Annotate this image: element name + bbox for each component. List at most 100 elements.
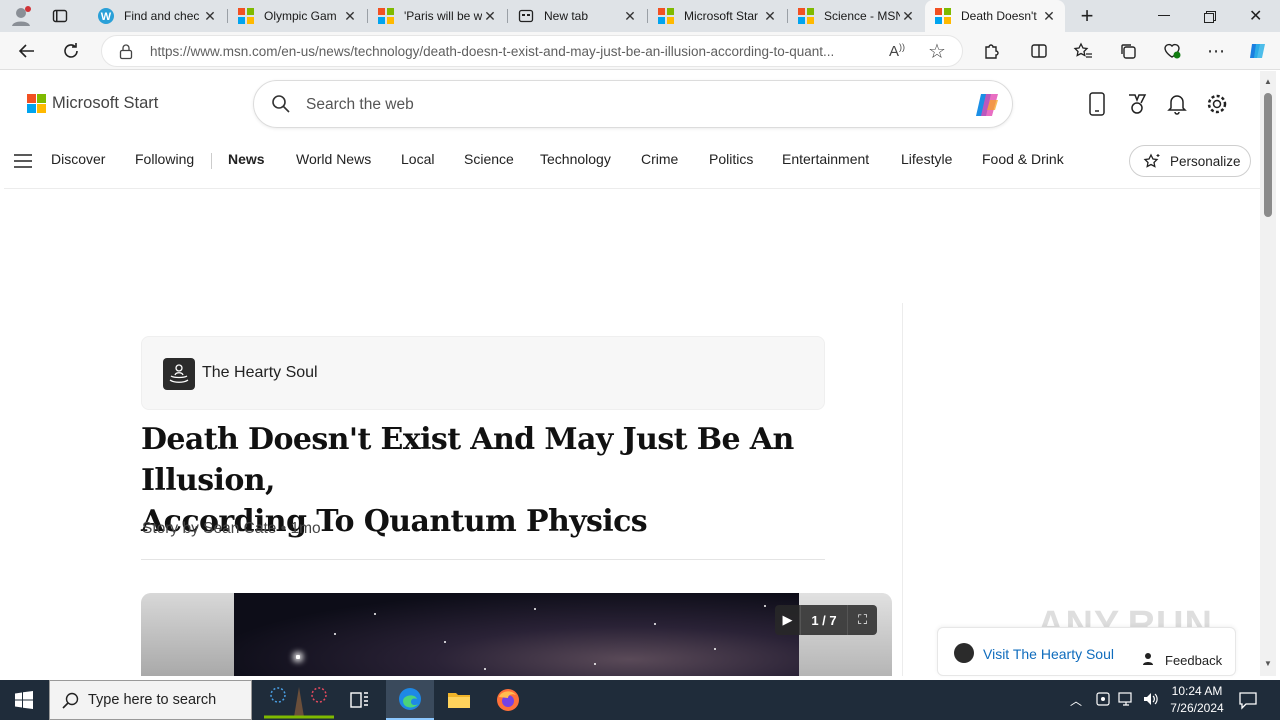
file-explorer-icon[interactable]	[435, 680, 483, 720]
article-byline: Story by Sean Cate • 1mo	[142, 520, 321, 537]
nav-item-discover[interactable]: Discover	[51, 151, 105, 167]
mobile-app-icon[interactable]	[1084, 91, 1110, 117]
minimize-icon[interactable]	[1158, 15, 1170, 16]
copilot-icon[interactable]	[1245, 38, 1271, 64]
feedback-label: Feedback	[1165, 653, 1223, 668]
copilot-icon[interactable]	[972, 90, 1004, 120]
close-tab-icon[interactable]: ✕	[342, 8, 358, 25]
personalize-button[interactable]: Personalize	[1129, 145, 1251, 177]
scrollbar-thumb[interactable]	[1264, 93, 1272, 217]
volume-icon[interactable]	[1142, 691, 1160, 712]
task-view-icon[interactable]	[336, 680, 384, 720]
tab-title: Olympic Gam	[264, 9, 337, 23]
profile-icon[interactable]	[10, 5, 32, 27]
nav-item-food-drink[interactable]: Food & Drink	[982, 151, 1064, 167]
personalize-label: Personalize	[1170, 153, 1241, 169]
split-screen-icon[interactable]	[1026, 38, 1052, 64]
newtab-icon	[518, 8, 534, 24]
browser-tab-2[interactable]: Olympic Gam ✕	[228, 0, 366, 32]
close-tab-icon[interactable]: ✕	[762, 8, 778, 25]
browser-tab-6[interactable]: Science - MSN ✕	[788, 0, 924, 32]
taskbar-clock[interactable]: 10:24 AM 7/26/2024	[1162, 683, 1232, 717]
nav-item-local[interactable]: Local	[401, 151, 434, 167]
restore-icon[interactable]	[1204, 10, 1216, 23]
address-bar[interactable]: https://www.msn.com/en-us/news/technolog…	[101, 35, 963, 67]
browser-tab-5[interactable]: Microsoft Star ✕	[648, 0, 786, 32]
security-icon[interactable]	[1095, 691, 1111, 712]
windows-start-icon[interactable]	[0, 680, 48, 720]
hamburger-menu-icon[interactable]	[14, 154, 32, 168]
url-text[interactable]: https://www.msn.com/en-us/news/technolog…	[150, 44, 880, 59]
msn-icon	[378, 8, 394, 24]
tab-title: Death Doesn't	[961, 9, 1037, 23]
read-aloud-icon[interactable]: A))	[889, 42, 905, 60]
close-window-icon[interactable]: ✕	[1249, 6, 1262, 26]
close-tab-icon[interactable]: ✕	[622, 8, 638, 25]
browser-tab-active[interactable]: Death Doesn't ✕	[925, 0, 1065, 32]
extensions-icon[interactable]	[978, 38, 1004, 64]
network-icon[interactable]	[1118, 691, 1136, 712]
publisher-logo-icon	[163, 358, 195, 390]
scroll-down-icon[interactable]: ▼	[1264, 659, 1272, 668]
notifications-icon[interactable]	[1238, 690, 1258, 715]
nav-item-crime[interactable]: Crime	[641, 151, 678, 167]
new-tab-icon[interactable]: +	[1076, 5, 1098, 27]
rewards-icon[interactable]	[1124, 91, 1150, 117]
taskbar-search-box[interactable]: Type here to search	[49, 680, 334, 720]
edge-taskbar-icon[interactable]	[386, 680, 434, 720]
nav-item-news[interactable]: News	[228, 151, 265, 167]
publisher-name[interactable]: The Hearty Soul	[202, 364, 318, 382]
article-hero-image[interactable]	[234, 593, 799, 676]
notifications-bell-icon[interactable]	[1164, 91, 1190, 117]
browser-essentials-icon[interactable]	[1159, 38, 1185, 64]
favorite-star-icon[interactable]: ☆	[928, 39, 946, 64]
browser-toolbar: https://www.msn.com/en-us/news/technolog…	[0, 32, 1280, 70]
tab-title: 'Paris will be w	[404, 9, 482, 23]
slideshow[interactable]: ▶ 1 / 7 ⛶	[141, 593, 892, 676]
slide-counter: 1 / 7	[811, 612, 837, 628]
nav-item-world-news[interactable]: World News	[296, 151, 371, 167]
tab-title: Science - MSN	[824, 9, 900, 23]
page-scrollbar[interactable]: ▲ ▼	[1260, 71, 1276, 676]
fullscreen-icon[interactable]: ⛶	[847, 605, 877, 635]
microsoft-start-logo[interactable]: Microsoft Start	[27, 94, 158, 113]
close-tab-icon[interactable]: ✕	[202, 8, 218, 25]
nav-item-lifestyle[interactable]: Lifestyle	[901, 151, 952, 167]
tab-title: New tab	[544, 9, 589, 23]
system-tray-chevron-icon[interactable]: ︿	[1070, 692, 1082, 709]
back-icon[interactable]	[14, 38, 40, 64]
favorites-icon[interactable]	[1070, 38, 1096, 64]
close-tab-icon[interactable]: ✕	[1041, 8, 1057, 25]
search-box[interactable]	[253, 80, 1013, 128]
browser-tab-3[interactable]: 'Paris will be w ✕	[368, 0, 506, 32]
nav-item-technology[interactable]: Technology	[540, 151, 611, 167]
close-tab-icon[interactable]: ✕	[482, 8, 498, 25]
nav-item-following[interactable]: Following	[135, 151, 194, 167]
visit-publisher-link[interactable]: Visit The Hearty Soul	[983, 646, 1114, 662]
collections-icon[interactable]	[1115, 38, 1141, 64]
scroll-up-icon[interactable]: ▲	[1264, 77, 1272, 86]
lock-icon[interactable]	[119, 44, 133, 60]
publisher-card[interactable]: The Hearty Soul	[141, 336, 825, 410]
tab-title: Find and chec	[124, 9, 200, 23]
search-input[interactable]	[306, 93, 946, 117]
nav-item-politics[interactable]: Politics	[709, 151, 753, 167]
settings-gear-icon[interactable]	[1204, 91, 1230, 117]
msn-icon	[798, 8, 814, 24]
browser-tab-1[interactable]: W Find and chec ✕	[88, 0, 226, 32]
more-menu-icon[interactable]: ⋯	[1203, 38, 1229, 64]
close-tab-icon[interactable]: ✕	[900, 8, 916, 25]
refresh-icon[interactable]	[58, 38, 84, 64]
browser-tab-4[interactable]: New tab ✕	[508, 0, 646, 32]
firefox-icon[interactable]	[484, 680, 532, 720]
visit-publisher-bar[interactable]: Visit The Hearty Soul Feedback	[937, 627, 1236, 676]
search-icon	[62, 692, 80, 715]
search-icon[interactable]	[271, 94, 291, 114]
feedback-button[interactable]: Feedback	[1143, 652, 1222, 669]
tab-title: Microsoft Star	[684, 9, 759, 23]
nav-item-science[interactable]: Science	[464, 151, 514, 167]
play-icon[interactable]: ▶	[775, 605, 801, 635]
tab-actions-icon[interactable]	[52, 8, 68, 24]
msn-icon	[935, 8, 951, 24]
nav-item-entertainment[interactable]: Entertainment	[782, 151, 869, 167]
